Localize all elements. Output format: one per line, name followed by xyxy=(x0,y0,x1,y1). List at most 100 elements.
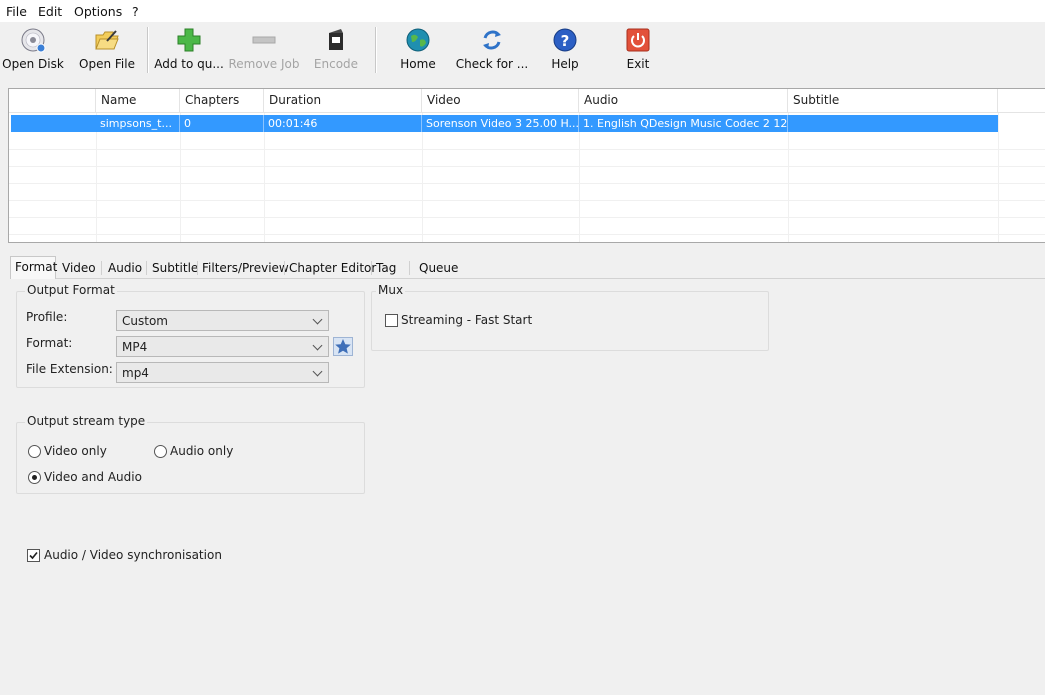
tab-tag[interactable]: Tag xyxy=(372,258,402,278)
grid-line xyxy=(180,113,181,242)
menu-file[interactable]: File xyxy=(6,4,27,19)
file-extension-label: File Extension: xyxy=(26,362,113,376)
cell-audio: 1. English QDesign Music Codec 2 12... xyxy=(579,115,788,132)
column-header-chapters[interactable]: Chapters xyxy=(180,89,264,112)
check-for-label: Check for ... xyxy=(455,57,529,71)
help-label: Help xyxy=(551,57,579,71)
tab-separator xyxy=(101,261,102,275)
encode-label: Encode xyxy=(313,57,359,71)
grid-line xyxy=(9,132,1045,150)
job-list[interactable]: Name Chapters Duration Video Audio Subti… xyxy=(8,88,1045,243)
open-disk-label: Open Disk xyxy=(2,57,64,71)
audio-only-label: Audio only xyxy=(170,444,234,458)
table-row[interactable]: simpsons_t... 0 00:01:46 Sorenson Video … xyxy=(11,115,998,132)
audio-only-radio[interactable] xyxy=(154,445,167,458)
column-header-subtitle[interactable]: Subtitle xyxy=(788,89,998,112)
open-file-button[interactable]: Open File xyxy=(76,24,138,76)
add-to-queue-button[interactable]: Add to qu... xyxy=(154,24,224,76)
remove-job-button[interactable]: Remove Job xyxy=(228,24,300,76)
cell-subtitle xyxy=(788,115,998,132)
column-header-duration[interactable]: Duration xyxy=(264,89,422,112)
profile-value: Custom xyxy=(122,314,168,328)
svg-text:?: ? xyxy=(561,32,570,50)
folder-open-icon xyxy=(95,30,119,50)
minus-icon xyxy=(252,36,276,44)
check-for-updates-button[interactable]: Check for ... xyxy=(454,24,530,76)
chevron-down-icon xyxy=(312,366,323,377)
film-icon xyxy=(329,29,343,50)
av-sync-label: Audio / Video synchronisation xyxy=(44,548,222,562)
grid-line xyxy=(264,113,265,242)
add-to-queue-label: Add to qu... xyxy=(154,57,224,71)
grid-line xyxy=(788,113,789,242)
file-extension-value: mp4 xyxy=(122,366,149,380)
video-only-radio[interactable] xyxy=(28,445,41,458)
grid-line xyxy=(422,113,423,242)
tab-video[interactable]: Video xyxy=(58,258,98,278)
menu-bar: File Edit Options ? xyxy=(0,0,1045,22)
mux-title: Mux xyxy=(376,283,406,297)
profile-label: Profile: xyxy=(26,310,68,324)
chevron-down-icon xyxy=(312,340,323,351)
encode-button[interactable]: Encode xyxy=(306,24,366,76)
output-stream-type-title: Output stream type xyxy=(25,414,148,428)
power-icon xyxy=(626,28,650,52)
cell-duration: 00:01:46 xyxy=(264,115,422,132)
radio-selected-dot xyxy=(32,475,37,480)
remove-job-label: Remove Job xyxy=(228,57,300,71)
grid-line xyxy=(998,113,999,242)
grid-line xyxy=(9,149,1045,167)
cell-chapters: 0 xyxy=(180,115,264,132)
av-sync-checkbox[interactable] xyxy=(27,549,40,562)
refresh-icon xyxy=(483,30,501,50)
tab-audio[interactable]: Audio xyxy=(104,258,144,278)
tab-subtitle[interactable]: Subtitle xyxy=(148,258,200,278)
grid-line xyxy=(96,113,97,242)
toolbar-separator xyxy=(375,27,377,73)
open-file-label: Open File xyxy=(79,57,135,71)
exit-button[interactable]: Exit xyxy=(613,24,663,76)
help-button[interactable]: ? Help xyxy=(540,24,590,76)
menu-options[interactable]: Options xyxy=(74,4,122,19)
job-list-header: Name Chapters Duration Video Audio Subti… xyxy=(9,89,1045,113)
grid-line xyxy=(9,217,1045,235)
grid-line xyxy=(9,166,1045,184)
video-and-audio-radio[interactable] xyxy=(28,471,41,484)
tab-chapter-editor[interactable]: Chapter Editor xyxy=(285,258,376,278)
checkmark-icon xyxy=(29,551,38,560)
open-disk-button[interactable]: Open Disk xyxy=(2,24,64,76)
home-button[interactable]: Home xyxy=(390,24,446,76)
column-header-video[interactable]: Video xyxy=(422,89,579,112)
star-icon[interactable] xyxy=(333,337,353,356)
streaming-fast-start-checkbox[interactable] xyxy=(385,314,398,327)
tab-separator xyxy=(409,261,410,275)
exit-label: Exit xyxy=(626,57,650,71)
column-header-audio[interactable]: Audio xyxy=(579,89,788,112)
tab-format[interactable]: Format xyxy=(10,256,57,279)
globe-icon xyxy=(406,28,430,52)
plus-icon xyxy=(177,28,201,52)
video-and-audio-label: Video and Audio xyxy=(44,470,142,484)
streaming-fast-start-label: Streaming - Fast Start xyxy=(401,313,533,327)
profile-select[interactable]: Custom xyxy=(116,310,329,331)
menu-help[interactable]: ? xyxy=(132,4,139,19)
tab-filters-preview[interactable]: Filters/Preview xyxy=(198,258,289,278)
grid-line xyxy=(9,200,1045,218)
format-value: MP4 xyxy=(122,340,148,354)
home-label: Home xyxy=(400,57,436,71)
video-only-label: Video only xyxy=(44,444,107,458)
cell-video: Sorenson Video 3 25.00 H... xyxy=(422,115,579,132)
file-extension-select[interactable]: mp4 xyxy=(116,362,329,383)
column-header-blank[interactable] xyxy=(9,89,96,112)
menu-edit[interactable]: Edit xyxy=(38,4,62,19)
toolbar-separator xyxy=(147,27,149,73)
disc-icon xyxy=(21,28,46,53)
help-icon: ? xyxy=(553,28,577,52)
toolbar: Open Disk Open File Add to qu... Remove … xyxy=(0,22,1045,78)
column-header-name[interactable]: Name xyxy=(96,89,180,112)
output-format-title: Output Format xyxy=(25,283,117,297)
grid-line xyxy=(9,183,1045,201)
tab-queue[interactable]: Queue xyxy=(415,258,461,278)
tab-separator xyxy=(146,261,147,275)
format-select[interactable]: MP4 xyxy=(116,336,329,357)
